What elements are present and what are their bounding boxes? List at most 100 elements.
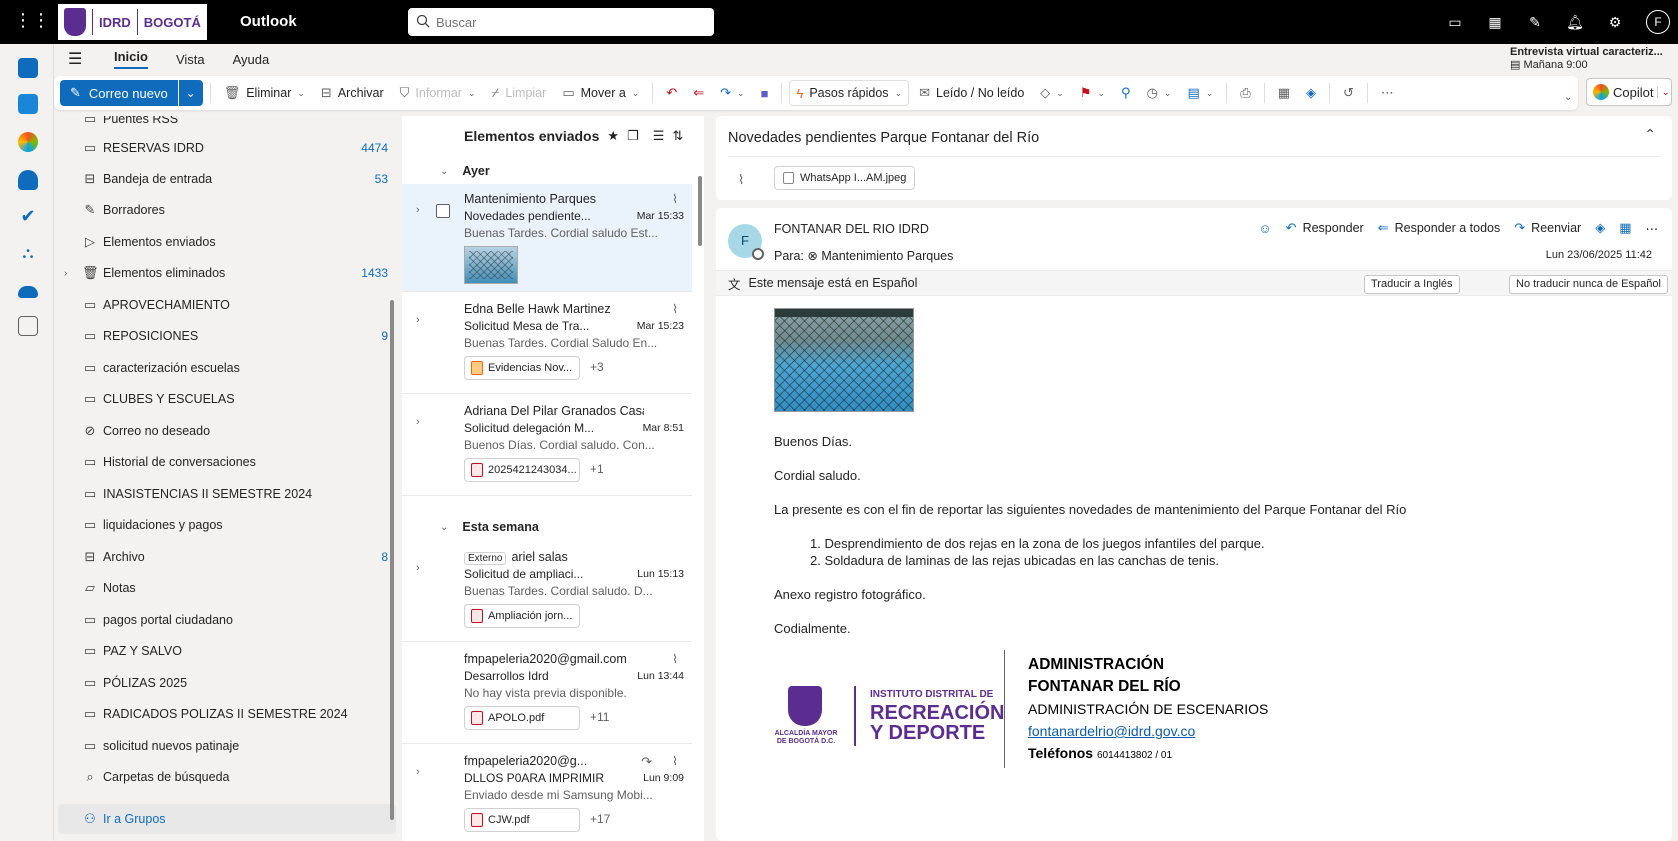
message-item[interactable]: › fmpapeleria2020@g... ↷ ⌇ DLLOS P0ARA I… xyxy=(402,746,692,841)
chevron-down-icon[interactable]: ⌄ xyxy=(1206,88,1214,99)
onedrive-icon[interactable] xyxy=(18,286,38,298)
message-item[interactable]: › Adriana Del Pilar Granados Casas Solic… xyxy=(402,396,692,496)
attachment-chip[interactable]: CJW.pdf xyxy=(464,808,580,832)
folder-item[interactable]: ▭ Historial de conversaciones xyxy=(58,447,398,477)
smiley-icon[interactable]: ☺ xyxy=(1258,221,1271,236)
folder-item[interactable]: ▭ RADICADOS POLIZAS II SEMESTRE 2024 xyxy=(58,699,398,729)
delete-button[interactable]: 🗑︎ Eliminar ⌄ xyxy=(218,80,311,106)
sort-icon[interactable]: ⇅ xyxy=(672,128,683,144)
chevron-down-icon[interactable]: ⌄ xyxy=(1164,88,1172,99)
chevron-right-icon[interactable]: › xyxy=(416,204,420,216)
chevron-right-icon[interactable]: › xyxy=(416,314,420,326)
go-to-groups-link[interactable]: ⚇ Ir a Grupos xyxy=(58,804,396,834)
chevron-down-icon[interactable]: ⌄ xyxy=(1657,86,1670,98)
attachment-chip[interactable]: Evidencias Nov... xyxy=(464,356,580,380)
folder-item[interactable]: ⊟ Bandeja de entrada 53 xyxy=(58,164,398,194)
folder-item[interactable]: ⊟ Archivo 8 xyxy=(58,542,398,572)
chevron-right-icon[interactable]: › xyxy=(64,268,67,279)
new-mail-dropdown[interactable]: ⌄ xyxy=(179,86,203,100)
quick-steps-button[interactable]: ϟ Pasos rápidos ⌄ xyxy=(789,80,910,106)
folder-item[interactable]: ▭ pagos portal ciudadano xyxy=(58,605,398,635)
tab-ayuda[interactable]: Ayuda xyxy=(233,52,270,67)
image-thumbnail[interactable] xyxy=(464,246,518,284)
folder-item[interactable]: ▭ RESERVAS IDRD 4474 xyxy=(58,133,398,163)
select-checkbox[interactable] xyxy=(436,204,450,218)
never-translate-button[interactable]: No traducir nunca de Español xyxy=(1509,275,1668,294)
feedback-icon[interactable]: ✎ xyxy=(1526,13,1544,31)
attachment-chip[interactable]: APOLO.pdf xyxy=(464,706,580,730)
more-attachments[interactable]: +17 xyxy=(590,812,610,826)
chevron-right-icon[interactable]: › xyxy=(416,766,420,778)
report-button[interactable]: ⛉ Informar ⌄ xyxy=(394,80,482,106)
chevron-down-icon[interactable]: ⌄ xyxy=(1056,88,1064,99)
search-input[interactable] xyxy=(436,14,696,30)
people-icon[interactable] xyxy=(18,170,38,190)
tag-button[interactable]: ◇ ⌄ xyxy=(1034,80,1070,106)
avatar[interactable]: F xyxy=(1646,10,1670,34)
diamond-icon[interactable]: ◈ xyxy=(1595,220,1605,236)
reminder[interactable]: Entrevista virtual caracteriz... ▤ Mañan… xyxy=(1510,46,1670,71)
todo-icon[interactable]: ✔ xyxy=(18,206,38,226)
chevron-down-icon[interactable]: ⌄ xyxy=(297,88,305,99)
chevron-up-icon[interactable]: ⌃ xyxy=(1644,126,1656,143)
attachment-chip[interactable]: WhatsApp I...AM.jpeg xyxy=(774,166,916,190)
reply-button[interactable]: ↶ Responder xyxy=(1286,220,1364,236)
copy-icon[interactable]: ❐ xyxy=(627,128,639,144)
read-unread-button[interactable]: ✉ Leído / No leído xyxy=(913,80,1030,106)
folder-item[interactable]: ▭ Puentes RSS xyxy=(58,116,398,134)
org-chart-icon[interactable]: ⛬ xyxy=(18,244,38,264)
undo-button[interactable]: ↺ xyxy=(1337,80,1360,106)
folder-item[interactable]: ⊘ Correo no deseado xyxy=(58,416,398,446)
move-button[interactable]: ▭ Mover a ⌄ xyxy=(556,80,645,106)
folder-item[interactable]: ⌕ Carpetas de búsqueda xyxy=(58,762,398,792)
meet-now-icon[interactable]: ▭ xyxy=(1446,13,1464,31)
email-from[interactable]: FONTANAR DEL RIO IDRD xyxy=(774,222,929,236)
message-item[interactable]: › Externo ariel salas Solicitud de amplia… xyxy=(402,542,692,642)
fence-photo[interactable] xyxy=(774,308,914,412)
reply-all-button[interactable]: ⇐ xyxy=(687,80,710,106)
folder-item[interactable]: ▭ liquidaciones y pagos xyxy=(58,510,398,540)
chevron-down-icon[interactable]: ⌄ xyxy=(632,88,640,99)
filter-icon[interactable]: ☰ xyxy=(653,128,665,144)
reply-all-button[interactable]: ⇐ Responder a todos xyxy=(1378,220,1501,236)
bell-icon[interactable]: 🔔︎ xyxy=(1566,13,1584,31)
sender-avatar[interactable]: F xyxy=(728,224,764,260)
teams-button[interactable]: ■ xyxy=(755,80,775,106)
reply-button[interactable]: ↶ xyxy=(660,80,683,106)
search-box[interactable] xyxy=(408,8,714,36)
more-attachments[interactable]: +1 xyxy=(590,462,604,476)
message-item[interactable]: › Mantenimiento Parques ⌇ Novedades pend… xyxy=(402,184,692,292)
calendar-icon[interactable] xyxy=(18,94,38,114)
folder-item[interactable]: ▭ PÓLIZAS 2025 xyxy=(58,668,398,698)
attachment-chip[interactable]: Ampliación jorn... xyxy=(464,604,580,628)
tab-inicio[interactable]: Inicio xyxy=(114,49,148,69)
snooze-button[interactable]: ◷ ⌄ xyxy=(1141,80,1178,106)
folder-item[interactable]: ▭ CLUBES Y ESCUELAS xyxy=(58,384,398,414)
mail-icon[interactable] xyxy=(18,58,38,78)
chevron-down-icon[interactable]: ⌄ xyxy=(737,88,745,99)
pin-button[interactable]: ⚲ xyxy=(1115,80,1137,106)
folder-item[interactable]: ▭ APROVECHAMIENTO xyxy=(58,290,398,320)
message-list-scrollbar[interactable] xyxy=(698,176,702,246)
flag-button[interactable]: ⚑ ⌄ xyxy=(1074,80,1111,106)
hamburger-icon[interactable]: ☰ xyxy=(68,49,86,69)
chevron-right-icon[interactable]: › xyxy=(416,562,420,574)
apps-icon[interactable]: ▦ xyxy=(1619,220,1631,236)
chevron-down-icon[interactable]: ⌄ xyxy=(468,88,476,99)
print-button[interactable]: ⎙ xyxy=(1234,80,1256,106)
gear-icon[interactable]: ⚙ xyxy=(1606,13,1624,31)
message-item[interactable]: › Edna Belle Hawk Martinez ⌇ Solicitud M… xyxy=(402,294,692,394)
ellipsis-icon[interactable]: ⋯ xyxy=(1646,221,1659,236)
more-attachments[interactable]: +3 xyxy=(590,360,604,374)
folder-item[interactable]: › 🗑︎ Elementos eliminados 1433 xyxy=(58,258,398,288)
star-icon[interactable]: ★ xyxy=(607,128,619,144)
signature-email-link[interactable]: fontanardelrio@idrd.gov.co xyxy=(1028,720,1268,742)
attachment-chip[interactable]: 2025421243034... xyxy=(464,458,580,482)
app-launcher-icon[interactable]: ⋮⋮⋮ xyxy=(14,10,68,34)
group-header-ayer[interactable]: ⌄ Ayer xyxy=(402,158,704,184)
translate-button[interactable]: Traducir a Inglés xyxy=(1364,275,1460,294)
copilot-icon[interactable] xyxy=(18,132,38,152)
folder-item[interactable]: ▭ INASISTENCIAS II SEMESTRE 2024 xyxy=(58,479,398,509)
chevron-right-icon[interactable]: › xyxy=(416,416,420,428)
ribbon-expand-icon[interactable]: ⌄ xyxy=(1564,92,1572,103)
